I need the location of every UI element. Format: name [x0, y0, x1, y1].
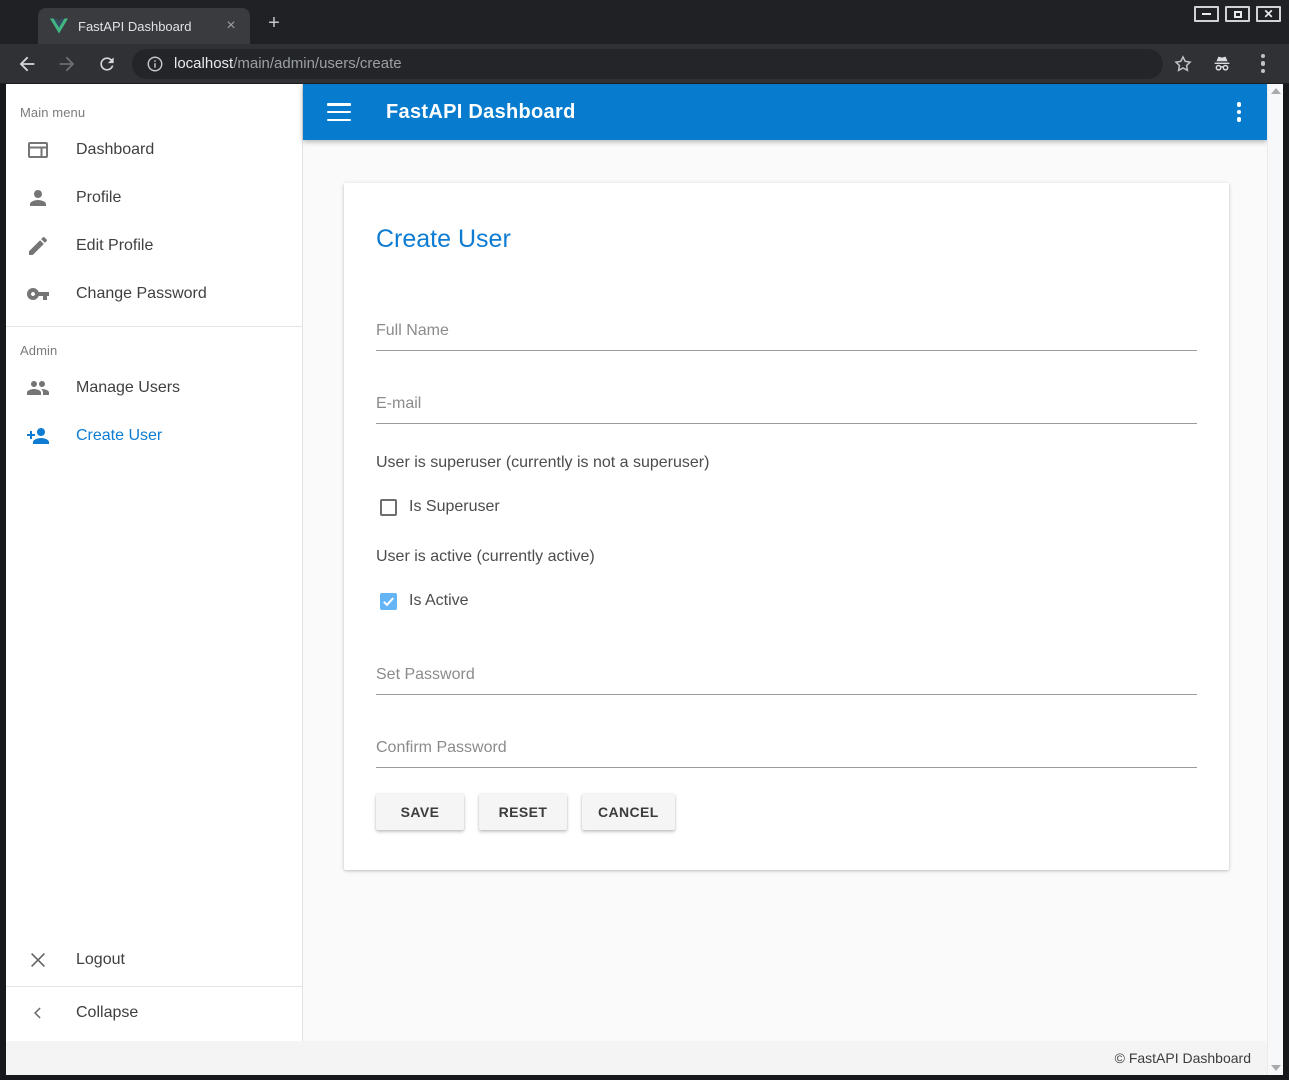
vue-logo-icon: [50, 18, 68, 34]
main-content: Create User User is superuser (currently…: [303, 140, 1267, 1041]
bookmark-star-icon[interactable]: [1173, 54, 1193, 74]
create-user-card: Create User User is superuser (currently…: [344, 183, 1229, 870]
footer-copyright: © FastAPI Dashboard: [1115, 1050, 1251, 1066]
close-icon: [26, 948, 50, 972]
tab-title: FastAPI Dashboard: [78, 19, 222, 34]
sidebar-item-profile[interactable]: Profile: [6, 174, 302, 222]
sidebar-item-label: Collapse: [76, 1004, 138, 1022]
reset-button[interactable]: RESET: [479, 794, 567, 830]
full-name-input[interactable]: [376, 318, 1197, 351]
active-hint: User is active (currently active): [376, 548, 1197, 566]
person-icon: [26, 186, 50, 210]
active-checkbox-row[interactable]: Is Active: [376, 592, 1197, 610]
sidebar-divider: [6, 986, 302, 987]
web-icon: [26, 138, 50, 162]
pencil-icon: [26, 234, 50, 258]
save-button[interactable]: SAVE: [376, 794, 464, 830]
tab-close-icon[interactable]: ×: [222, 18, 240, 34]
url-bar[interactable]: localhost/main/admin/users/create: [132, 49, 1163, 79]
sidebar-item-logout[interactable]: Logout: [6, 936, 302, 984]
full-name-field-wrap: [376, 318, 1197, 351]
browser-tabstrip: FastAPI Dashboard × + ✕: [0, 0, 1289, 44]
sidebar-item-manage-users[interactable]: Manage Users: [6, 364, 302, 412]
superuser-checkbox[interactable]: [380, 499, 397, 516]
confirm-password-input[interactable]: [376, 735, 1197, 768]
scrollbar-down-icon[interactable]: [1271, 1065, 1281, 1071]
page-scrollbar[interactable]: [1267, 84, 1283, 1075]
incognito-icon: [1211, 53, 1233, 75]
email-field-wrap: [376, 391, 1197, 424]
sidebar-item-create-user[interactable]: Create User: [6, 412, 302, 460]
browser-tab[interactable]: FastAPI Dashboard ×: [38, 8, 250, 44]
window-maximize-button[interactable]: [1225, 6, 1250, 22]
confirm-password-field-wrap: [376, 735, 1197, 768]
form-buttons: SAVE RESET CANCEL: [376, 794, 1197, 830]
sidebar-item-edit-profile[interactable]: Edit Profile: [6, 222, 302, 270]
forward-icon: [54, 51, 80, 77]
people-icon: [26, 376, 50, 400]
sidebar-item-label: Dashboard: [76, 141, 154, 159]
url-path: /main/admin/users/create: [233, 55, 401, 72]
sidebar-item-label: Logout: [76, 951, 125, 969]
browser-toolbar: localhost/main/admin/users/create: [0, 44, 1289, 84]
reload-icon[interactable]: [94, 51, 120, 77]
sidebar-section-main-menu: Main menu: [6, 84, 302, 126]
window-controls: ✕: [1194, 6, 1281, 22]
appbar-title: FastAPI Dashboard: [386, 101, 1227, 124]
scrollbar-up-icon[interactable]: [1271, 88, 1281, 94]
set-password-input[interactable]: [376, 662, 1197, 695]
sidebar-item-label: Edit Profile: [76, 237, 153, 255]
sidebar-item-label: Create User: [76, 427, 162, 445]
sidebar-item-label: Manage Users: [76, 379, 180, 397]
sidebar-item-label: Profile: [76, 189, 121, 207]
active-checkbox[interactable]: [380, 593, 397, 610]
sidebar-item-collapse[interactable]: Collapse: [6, 989, 302, 1037]
person-add-icon: [26, 424, 50, 448]
superuser-checkbox-label: Is Superuser: [409, 498, 500, 516]
sidebar-item-change-password[interactable]: Change Password: [6, 270, 302, 318]
cancel-button[interactable]: CANCEL: [582, 794, 675, 830]
window-minimize-button[interactable]: [1194, 6, 1219, 22]
browser-menu-icon[interactable]: [1251, 52, 1275, 76]
page-title: Create User: [376, 225, 1197, 254]
sidebar-item-dashboard[interactable]: Dashboard: [6, 126, 302, 174]
key-icon: [26, 282, 50, 306]
sidebar-section-admin: Admin: [6, 335, 302, 364]
site-info-icon[interactable]: [146, 55, 164, 73]
appbar-menu-icon[interactable]: [1227, 100, 1251, 124]
superuser-hint: User is superuser (currently is not a su…: [376, 454, 1197, 472]
set-password-field-wrap: [376, 662, 1197, 695]
back-icon[interactable]: [14, 51, 40, 77]
page-viewport: Main menu Dashboard Profile: [6, 84, 1283, 1075]
active-checkbox-label: Is Active: [409, 592, 469, 610]
window-close-button[interactable]: ✕: [1256, 6, 1281, 22]
sidebar-item-label: Change Password: [76, 285, 207, 303]
page-footer: © FastAPI Dashboard: [6, 1041, 1267, 1075]
appbar: FastAPI Dashboard: [303, 84, 1267, 140]
url-host: localhost: [174, 55, 233, 72]
email-input[interactable]: [376, 391, 1197, 424]
sidebar: Main menu Dashboard Profile: [6, 84, 303, 1041]
chevron-left-icon: [26, 1001, 50, 1025]
sidebar-spacer: [6, 460, 302, 936]
superuser-checkbox-row[interactable]: Is Superuser: [376, 498, 1197, 516]
sidebar-divider: [6, 326, 302, 327]
hamburger-menu-icon[interactable]: [327, 103, 351, 121]
new-tab-button[interactable]: +: [262, 12, 286, 36]
